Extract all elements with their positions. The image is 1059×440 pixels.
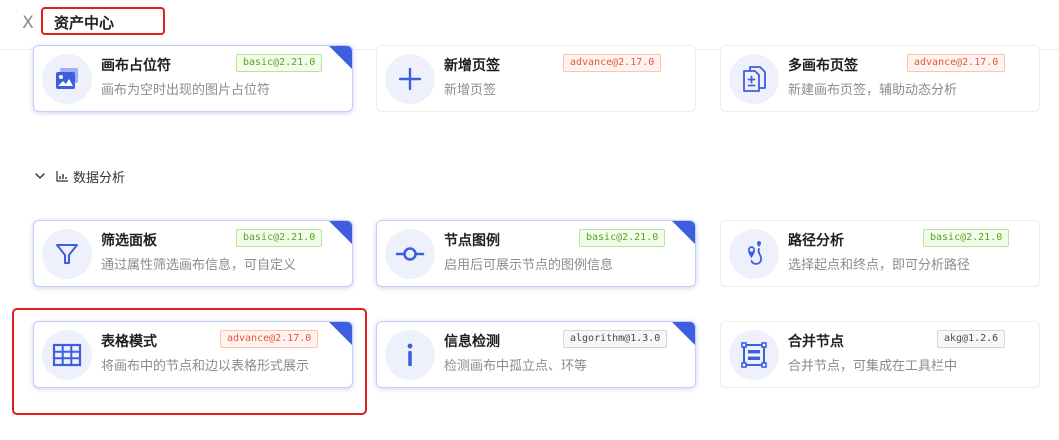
card-title: 节点图例 <box>444 233 500 249</box>
card-title: 多画布页签 <box>788 58 858 74</box>
info-icon <box>385 330 435 380</box>
node-legend-icon <box>385 229 435 279</box>
asset-card-filter-panel[interactable]: 筛选面板 basic@2.21.0 通过属性筛选画布信息，可自定义 <box>33 220 353 287</box>
asset-card-merge-nodes[interactable]: 合并节点 akg@1.2.6 合并节点，可集成在工具栏中 <box>720 321 1040 388</box>
selected-corner-marker <box>672 322 695 345</box>
merge-nodes-icon <box>729 330 779 380</box>
version-badge: basic@2.21.0 <box>236 54 323 72</box>
version-badge: advance@2.17.0 <box>563 54 662 72</box>
version-badge: advance@2.17.0 <box>220 330 319 348</box>
card-description: 检测画布中孤立点、环等 <box>444 359 588 374</box>
plus-icon <box>385 54 435 104</box>
card-title: 路径分析 <box>788 233 844 249</box>
asset-card-new-tab[interactable]: 新增页签 advance@2.17.0 新增页签 <box>376 45 696 112</box>
card-title: 筛选面板 <box>101 233 157 249</box>
section-header-data-analysis[interactable]: 数据分析 <box>33 166 125 186</box>
asset-card-multi-canvas-tab[interactable]: 多画布页签 advance@2.17.0 新建画布页签，辅助动态分析 <box>720 45 1040 112</box>
selected-corner-marker <box>672 221 695 244</box>
title-highlight: 资产中心 <box>41 7 165 35</box>
asset-card-table-mode[interactable]: 表格模式 advance@2.17.0 将画布中的节点和边以表格形式展示 <box>33 321 353 388</box>
asset-card-info-detection[interactable]: 信息检测 algorithm@1.3.0 检测画布中孤立点、环等 <box>376 321 696 388</box>
asset-card-canvas-placeholder[interactable]: 画布占位符 basic@2.21.0 画布为空时出现的图片占位符 <box>33 45 353 112</box>
card-title: 表格模式 <box>101 334 157 350</box>
section-label: 数据分析 <box>73 170 126 186</box>
version-badge: advance@2.17.0 <box>907 54 1006 72</box>
filter-icon <box>42 229 92 279</box>
card-title: 合并节点 <box>788 334 844 350</box>
card-description: 新增页签 <box>444 83 497 98</box>
close-button[interactable]: X <box>18 13 38 33</box>
table-icon <box>42 330 92 380</box>
chevron-down-icon <box>35 173 45 179</box>
image-placeholder-icon <box>42 54 92 104</box>
page-title: 资产中心 <box>54 14 115 32</box>
card-description: 将画布中的节点和边以表格形式展示 <box>101 359 310 374</box>
bar-chart-icon <box>56 171 68 182</box>
version-badge: basic@2.21.0 <box>923 229 1010 247</box>
card-description: 合并节点，可集成在工具栏中 <box>788 359 958 374</box>
card-title: 新增页签 <box>444 58 500 74</box>
version-badge: basic@2.21.0 <box>236 229 323 247</box>
selected-corner-marker <box>329 221 352 244</box>
selected-corner-marker <box>329 322 352 345</box>
card-title: 信息检测 <box>444 334 500 350</box>
asset-card-path-analysis[interactable]: 路径分析 basic@2.21.0 选择起点和终点，即可分析路径 <box>720 220 1040 287</box>
version-badge: algorithm@1.3.0 <box>563 330 668 348</box>
card-description: 启用后可展示节点的图例信息 <box>444 258 614 273</box>
version-badge: akg@1.2.6 <box>937 330 1006 348</box>
card-description: 画布为空时出现的图片占位符 <box>101 83 271 98</box>
path-analysis-icon <box>729 229 779 279</box>
header-bar: X 资产中心 <box>0 0 1059 50</box>
card-description: 新建画布页签，辅助动态分析 <box>788 83 958 98</box>
version-badge: basic@2.21.0 <box>579 229 666 247</box>
card-description: 通过属性筛选画布信息，可自定义 <box>101 258 297 273</box>
multi-canvas-icon <box>729 54 779 104</box>
card-description: 选择起点和终点，即可分析路径 <box>788 258 971 273</box>
asset-card-node-legend[interactable]: 节点图例 basic@2.21.0 启用后可展示节点的图例信息 <box>376 220 696 287</box>
card-title: 画布占位符 <box>101 58 171 74</box>
selected-corner-marker <box>329 46 352 69</box>
